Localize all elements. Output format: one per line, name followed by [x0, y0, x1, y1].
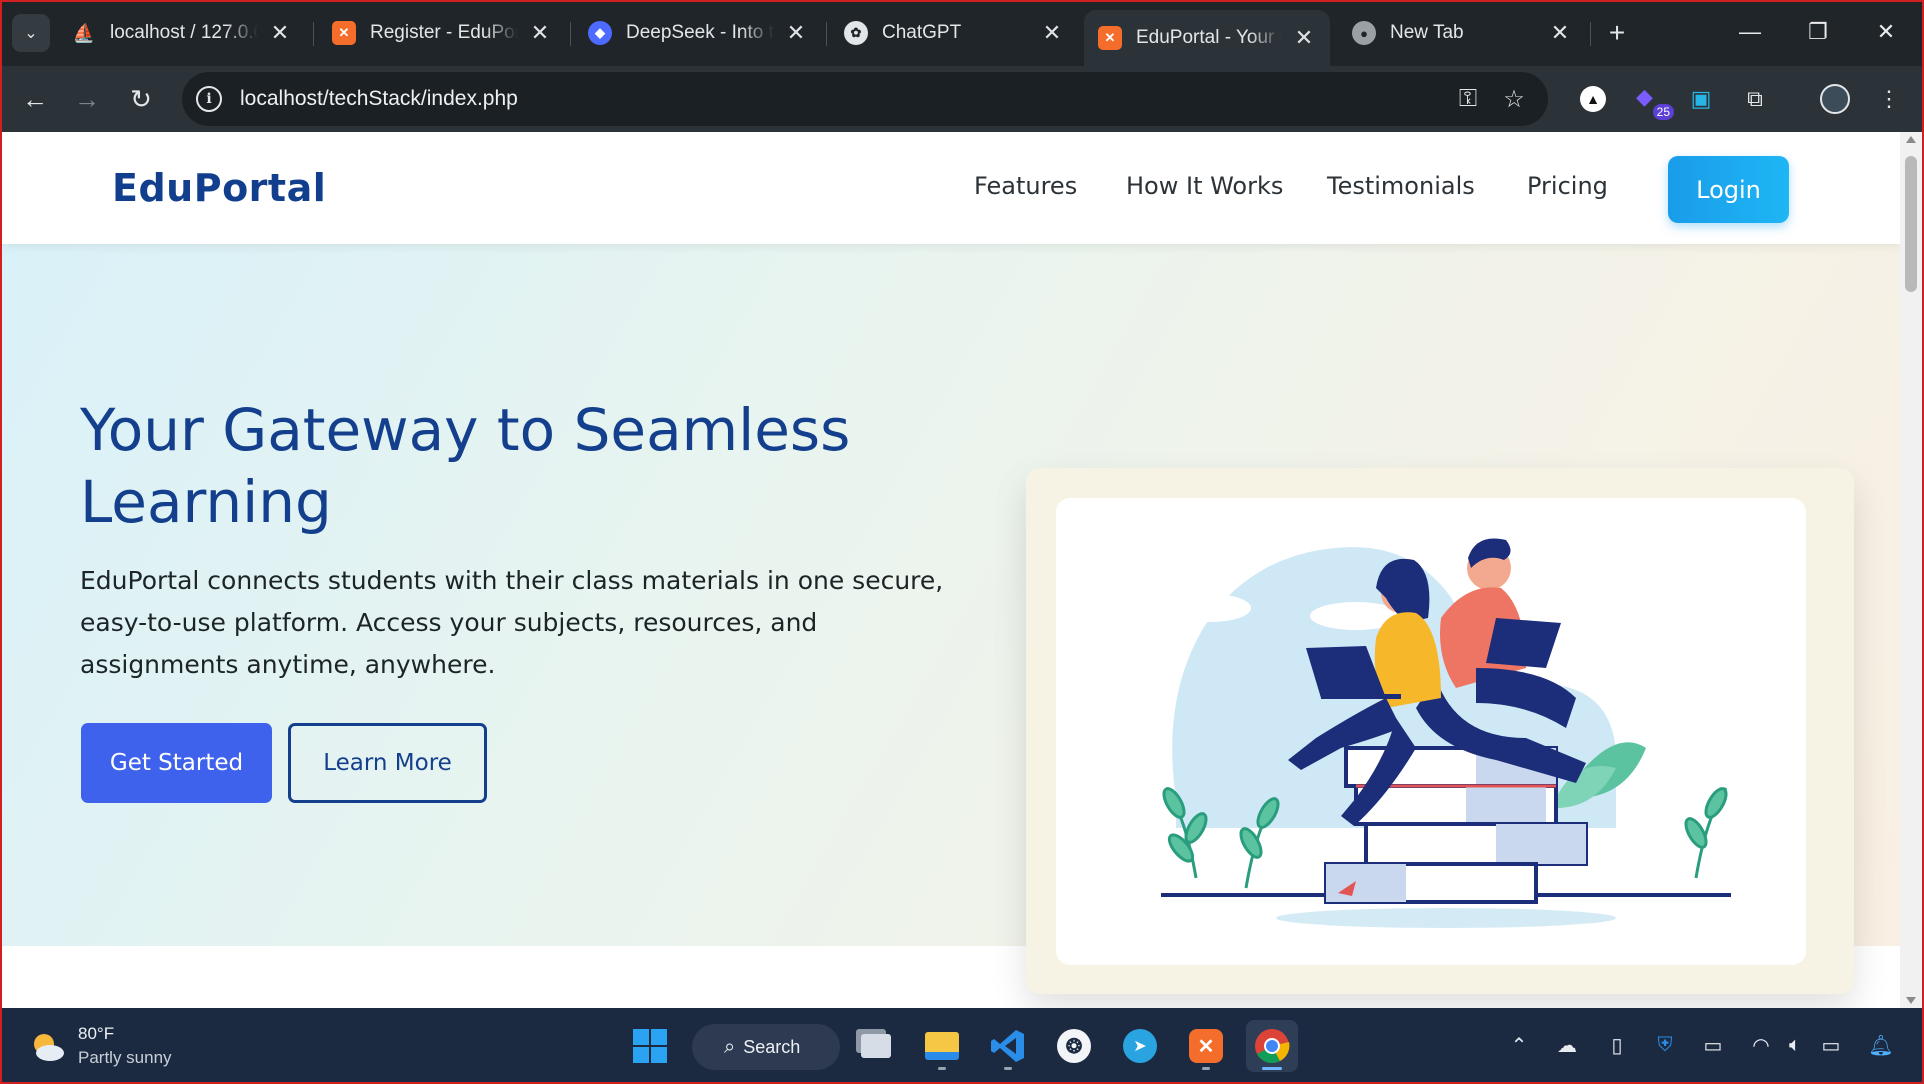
forward-arrow-icon[interactable]: →	[68, 80, 106, 118]
nav-link-how-it-works[interactable]: How It Works	[1126, 172, 1283, 200]
minimize-icon[interactable]: —	[1726, 14, 1774, 50]
vscode-icon[interactable]	[982, 1020, 1034, 1072]
scroll-up-arrow-icon[interactable]	[1906, 136, 1916, 143]
windows-security-shield-icon[interactable]: ⛨	[1650, 1030, 1680, 1060]
tab-separator	[826, 22, 827, 46]
usb-device-icon[interactable]: ▯	[1602, 1030, 1632, 1060]
search-icon: ⌕	[724, 1035, 736, 1058]
weather-description[interactable]: Partly sunny	[78, 1048, 172, 1068]
tablet-mode-icon[interactable]: ▭	[1698, 1030, 1728, 1060]
tab-title: EduPortal - Your G	[1136, 27, 1282, 48]
notification-bell-icon[interactable]: 🔔︎	[1866, 1030, 1896, 1060]
tab-title: Register - EduPorta	[370, 22, 518, 43]
windows-taskbar: 80°F Partly sunny ⌕ Search ❂ ➤ ✕ ⌃ ☁ ▯ ⛨…	[0, 1008, 1924, 1084]
page-scrollbar[interactable]	[1900, 132, 1922, 1008]
tab-chatgpt[interactable]: ✿ ChatGPT ✕	[830, 10, 1078, 56]
back-arrow-icon[interactable]: ←	[16, 80, 54, 118]
xampp-taskbar-icon[interactable]: ✕	[1180, 1020, 1232, 1072]
tab-phpmyadmin[interactable]: ⛵ localhost / 127.0.0. ✕	[58, 10, 306, 56]
xampp-icon: ✕	[332, 21, 356, 45]
onedrive-cloud-icon[interactable]: ☁	[1552, 1030, 1582, 1060]
tab-search-chevron-icon[interactable]: ⌄	[12, 14, 50, 52]
scroll-down-arrow-icon[interactable]	[1906, 997, 1916, 1004]
phpmyadmin-icon: ⛵	[72, 22, 96, 43]
nav-link-features[interactable]: Features	[974, 172, 1077, 200]
address-bar[interactable]: i localhost/techStack/index.php ⚿ ☆	[182, 72, 1548, 126]
tab-register[interactable]: ✕ Register - EduPorta ✕	[318, 10, 566, 56]
tab-deepseek[interactable]: ◆ DeepSeek - Into th ✕	[574, 10, 822, 56]
chrome-taskbar-icon[interactable]	[1246, 1020, 1298, 1072]
hero-title: Your Gateway to Seamless Learning	[80, 396, 851, 536]
close-tab-icon[interactable]: ✕	[784, 20, 808, 46]
tab-title: DeepSeek - Into th	[626, 22, 774, 43]
close-tab-icon[interactable]: ✕	[268, 20, 292, 46]
chatgpt-icon: ✿	[844, 21, 868, 45]
extension-badge-count: 25	[1652, 104, 1674, 120]
get-started-button[interactable]: Get Started	[81, 723, 272, 803]
nav-link-testimonials[interactable]: Testimonials	[1327, 172, 1475, 200]
search-label: Search	[743, 1036, 801, 1057]
extension-badge-icon[interactable]: ◆ 25	[1632, 80, 1674, 120]
scrollbar-thumb[interactable]	[1905, 156, 1917, 292]
tab-title: ChatGPT	[882, 22, 962, 43]
close-window-icon[interactable]: ✕	[1862, 14, 1910, 50]
password-key-icon[interactable]: ⚿	[1448, 79, 1488, 119]
bookmark-star-icon[interactable]: ☆	[1494, 79, 1534, 119]
deepseek-icon: ◆	[588, 21, 612, 45]
extension-screen-icon[interactable]: ▣	[1682, 80, 1720, 118]
learn-more-button[interactable]: Learn More	[288, 723, 487, 803]
chrome-icon: ●	[1352, 21, 1376, 45]
extension-triangle-icon[interactable]: ▲	[1574, 80, 1612, 118]
login-button[interactable]: Login	[1668, 156, 1789, 223]
hero-illustration-card	[1026, 468, 1854, 994]
hero-illustration	[1056, 498, 1806, 965]
tab-separator	[1590, 22, 1591, 46]
telegram-icon[interactable]: ➤	[1114, 1020, 1166, 1072]
close-tab-icon[interactable]: ✕	[1040, 20, 1064, 46]
taskbar-search-box[interactable]: ⌕ Search	[692, 1024, 840, 1070]
tab-title: localhost / 127.0.0.	[110, 22, 258, 43]
extensions-puzzle-icon[interactable]: ⧉	[1736, 80, 1774, 118]
site-navbar: EduPortal Features How It Works Testimon…	[2, 132, 1900, 244]
xampp-icon: ✕	[1098, 26, 1122, 50]
hero-section: Your Gateway to Seamless Learning EduPor…	[2, 244, 1900, 994]
wifi-icon[interactable]: ◠	[1746, 1030, 1776, 1060]
github-icon[interactable]: ❂	[1048, 1020, 1100, 1072]
weather-partly-sunny-icon[interactable]	[28, 1030, 66, 1064]
file-explorer-icon[interactable]	[916, 1020, 968, 1072]
profile-avatar-icon[interactable]	[1816, 80, 1854, 118]
url-text[interactable]: localhost/techStack/index.php	[240, 87, 1448, 111]
page-viewport: EduPortal Features How It Works Testimon…	[2, 132, 1900, 1008]
site-logo[interactable]: EduPortal	[112, 166, 326, 210]
volume-icon[interactable]: 🔈︎	[1780, 1030, 1810, 1060]
weather-temperature[interactable]: 80°F	[78, 1024, 114, 1044]
tab-separator	[313, 22, 314, 46]
windows-start-icon[interactable]	[624, 1020, 676, 1072]
task-view-icon[interactable]	[850, 1020, 902, 1072]
battery-icon[interactable]: ▭	[1816, 1030, 1846, 1060]
reload-icon[interactable]: ↻	[122, 80, 160, 118]
tab-new-tab[interactable]: ● New Tab ✕	[1338, 10, 1586, 56]
close-tab-icon[interactable]: ✕	[1292, 25, 1316, 51]
students-reading-illustration	[1161, 538, 1731, 928]
hero-description: EduPortal connects students with their c…	[80, 566, 944, 679]
close-tab-icon[interactable]: ✕	[528, 20, 552, 46]
show-hidden-icons-chevron-icon[interactable]: ⌃	[1504, 1030, 1534, 1060]
restore-icon[interactable]: ❐	[1794, 14, 1842, 50]
site-info-icon[interactable]: i	[196, 86, 222, 112]
browser-tab-strip: ⌄ ⛵ localhost / 127.0.0. ✕ ✕ Register - …	[0, 0, 1924, 66]
new-tab-plus-icon[interactable]: +	[1600, 16, 1634, 50]
browser-toolbar: ← → ↻ i localhost/techStack/index.php ⚿ …	[0, 66, 1924, 132]
tab-separator	[570, 22, 571, 46]
menu-kebab-icon[interactable]: ⋮	[1870, 80, 1908, 118]
tab-eduportal-active[interactable]: ✕ EduPortal - Your G ✕	[1084, 10, 1330, 66]
close-tab-icon[interactable]: ✕	[1548, 20, 1572, 46]
tab-title: New Tab	[1390, 22, 1464, 43]
nav-link-pricing[interactable]: Pricing	[1527, 172, 1608, 200]
